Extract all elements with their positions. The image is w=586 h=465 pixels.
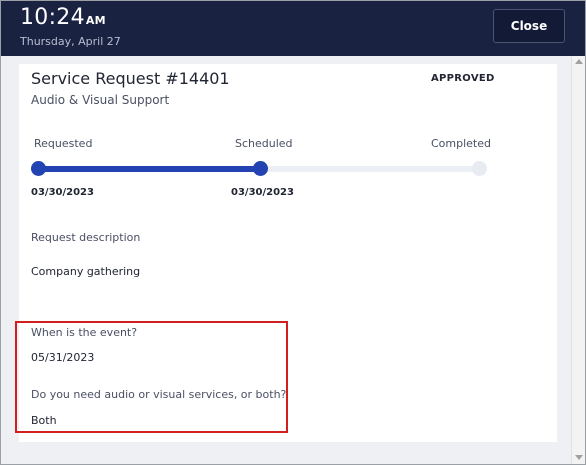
request-card: Service Request #14401 Audio & Visual Su… xyxy=(19,64,557,442)
close-button[interactable]: Close xyxy=(493,9,565,43)
step-date-scheduled: 03/30/2023 xyxy=(231,187,294,198)
scrollbar[interactable] xyxy=(571,56,585,464)
clock-time: 10:24 xyxy=(20,5,85,30)
step-label-requested: Requested xyxy=(34,137,93,150)
clock: 10:24AM Thursday, April 27 xyxy=(20,4,121,49)
description-label: Request description xyxy=(31,231,141,244)
step-dot-scheduled xyxy=(253,161,268,176)
clock-date: Thursday, April 27 xyxy=(20,35,121,48)
step-dot-requested xyxy=(31,161,46,176)
event-date-value: 05/31/2023 xyxy=(31,351,95,364)
event-date-label: When is the event? xyxy=(31,326,138,339)
description-value: Company gathering xyxy=(31,265,141,278)
clock-ampm: AM xyxy=(85,14,106,27)
top-bar: 10:24AM Thursday, April 27 Close xyxy=(1,1,585,56)
service-request-window: 10:24AM Thursday, April 27 Close Service… xyxy=(0,0,586,465)
chevron-down-icon[interactable] xyxy=(575,455,583,460)
step-label-scheduled: Scheduled xyxy=(235,137,293,150)
services-label: Do you need audio or visual services, or… xyxy=(31,388,287,401)
request-subtitle: Audio & Visual Support xyxy=(31,93,170,107)
step-date-requested: 03/30/2023 xyxy=(31,187,94,198)
request-title: Service Request #14401 xyxy=(31,69,230,88)
step-label-completed: Completed xyxy=(431,137,491,150)
step-dot-completed xyxy=(472,161,487,176)
progress-fill xyxy=(38,166,259,172)
status-badge: APPROVED xyxy=(431,73,495,84)
chevron-up-icon[interactable] xyxy=(575,59,583,64)
services-value: Both xyxy=(31,414,57,427)
